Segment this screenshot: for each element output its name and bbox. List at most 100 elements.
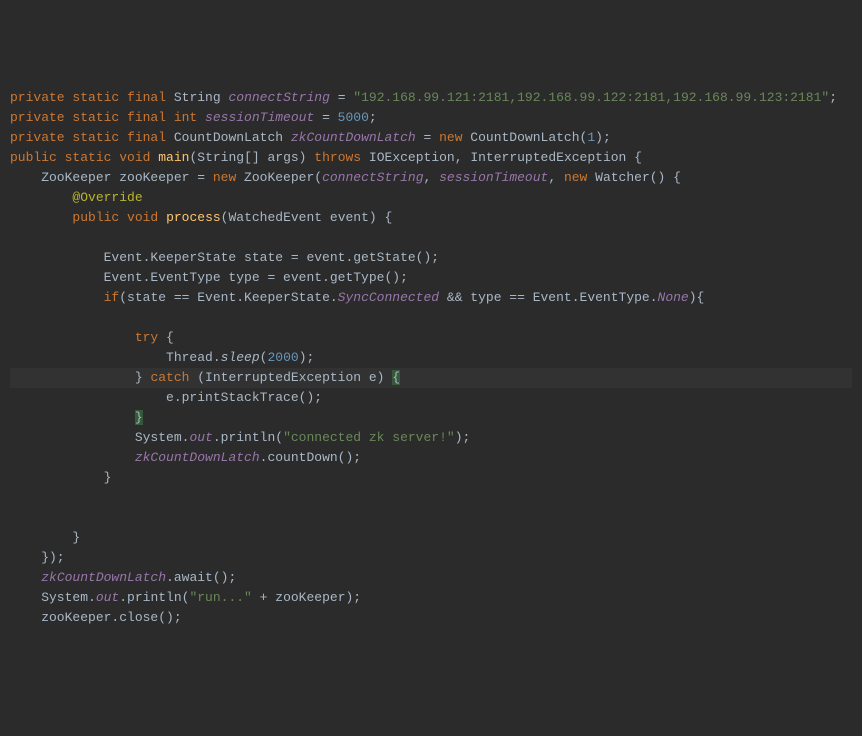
constructor: ZooKeeper( bbox=[236, 170, 322, 185]
code-line: private static final String connectStrin… bbox=[10, 88, 852, 108]
field: zkCountDownLatch bbox=[291, 130, 416, 145]
text: System. bbox=[10, 430, 189, 445]
field: out bbox=[96, 590, 119, 605]
code-line: zooKeeper.close(); bbox=[10, 608, 852, 628]
indent bbox=[10, 210, 72, 225]
code-line: private static final CountDownLatch zkCo… bbox=[10, 128, 852, 148]
code-line: @Override bbox=[10, 188, 852, 208]
matched-brace: { bbox=[392, 370, 400, 385]
string-literal: "connected zk server!" bbox=[283, 430, 455, 445]
string-literal: "192.168.99.121:2181,192.168.99.122:2181… bbox=[353, 90, 829, 105]
keyword: private static final bbox=[10, 130, 166, 145]
constructor: CountDownLatch( bbox=[463, 130, 588, 145]
comma: , bbox=[424, 170, 440, 185]
text: (state == Event.KeeperState. bbox=[119, 290, 337, 305]
keyword: throws bbox=[314, 150, 361, 165]
code-line: e.printStackTrace(); bbox=[10, 388, 852, 408]
punct: ); bbox=[595, 130, 611, 145]
text: { bbox=[158, 330, 174, 345]
code-editor[interactable]: private static final String connectStrin… bbox=[10, 88, 852, 628]
text bbox=[166, 90, 174, 105]
indent bbox=[10, 450, 135, 465]
text: Watcher() { bbox=[587, 170, 681, 185]
text: .println( bbox=[119, 590, 189, 605]
field: connectString bbox=[322, 170, 423, 185]
code-line bbox=[10, 508, 852, 528]
keyword: private static final bbox=[10, 90, 166, 105]
params: (InterruptedException e) bbox=[189, 370, 392, 385]
text: ZooKeeper zooKeeper = bbox=[10, 170, 213, 185]
code-line: try { bbox=[10, 328, 852, 348]
text: System. bbox=[10, 590, 96, 605]
type: CountDownLatch bbox=[166, 130, 291, 145]
code-line bbox=[10, 308, 852, 328]
type: String bbox=[174, 90, 221, 105]
keyword: new bbox=[439, 130, 462, 145]
number-literal: 1 bbox=[587, 130, 595, 145]
indent bbox=[10, 410, 135, 425]
text: .countDown(); bbox=[260, 450, 361, 465]
params: (WatchedEvent event) { bbox=[221, 210, 393, 225]
text: .await(); bbox=[166, 570, 236, 585]
code-line: zkCountDownLatch.await(); bbox=[10, 568, 852, 588]
code-line: Event.KeeperState state = event.getState… bbox=[10, 248, 852, 268]
punct: ); bbox=[455, 430, 471, 445]
semicolon: ; bbox=[369, 110, 377, 125]
indent bbox=[10, 190, 72, 205]
text: + zooKeeper); bbox=[252, 590, 361, 605]
code-line: Thread.sleep(2000); bbox=[10, 348, 852, 368]
field: sessionTimeout bbox=[205, 110, 314, 125]
code-line bbox=[10, 488, 852, 508]
text: .println( bbox=[213, 430, 283, 445]
number-literal: 2000 bbox=[267, 350, 298, 365]
code-line: System.out.println("run..." + zooKeeper)… bbox=[10, 588, 852, 608]
code-line: Event.EventType type = event.getType(); bbox=[10, 268, 852, 288]
code-line: if(state == Event.KeeperState.SyncConnec… bbox=[10, 288, 852, 308]
enum-constant: SyncConnected bbox=[338, 290, 439, 305]
code-line: }); bbox=[10, 548, 852, 568]
text bbox=[197, 110, 205, 125]
indent bbox=[10, 290, 104, 305]
keyword: public static void bbox=[10, 150, 150, 165]
indent bbox=[10, 570, 41, 585]
static-method: sleep bbox=[221, 350, 260, 365]
code-line: public void process(WatchedEvent event) … bbox=[10, 208, 852, 228]
matched-brace: } bbox=[135, 410, 143, 425]
code-line: private static final int sessionTimeout … bbox=[10, 108, 852, 128]
field: connectString bbox=[228, 90, 329, 105]
punct: ); bbox=[299, 350, 315, 365]
keyword: private static final int bbox=[10, 110, 197, 125]
operator: = bbox=[330, 90, 353, 105]
operator: = bbox=[314, 110, 337, 125]
annotation: @Override bbox=[72, 190, 142, 205]
field: zkCountDownLatch bbox=[41, 570, 166, 585]
enum-constant: None bbox=[658, 290, 689, 305]
code-line-current: } catch (InterruptedException e) { bbox=[10, 368, 852, 388]
code-line: } bbox=[10, 528, 852, 548]
field: zkCountDownLatch bbox=[135, 450, 260, 465]
text: ){ bbox=[689, 290, 705, 305]
code-line: } bbox=[10, 468, 852, 488]
code-line: ZooKeeper zooKeeper = new ZooKeeper(conn… bbox=[10, 168, 852, 188]
string-literal: "run..." bbox=[189, 590, 251, 605]
text: && type == Event.EventType. bbox=[439, 290, 657, 305]
text: } bbox=[10, 370, 150, 385]
code-line: } bbox=[10, 408, 852, 428]
indent bbox=[10, 330, 135, 345]
text bbox=[158, 210, 166, 225]
semicolon: ; bbox=[829, 90, 837, 105]
operator: = bbox=[416, 130, 439, 145]
number-literal: 5000 bbox=[338, 110, 369, 125]
keyword: new bbox=[213, 170, 236, 185]
exceptions: IOException, InterruptedException { bbox=[361, 150, 642, 165]
code-line bbox=[10, 228, 852, 248]
field: out bbox=[189, 430, 212, 445]
keyword: new bbox=[564, 170, 587, 185]
keyword: if bbox=[104, 290, 120, 305]
keyword: catch bbox=[150, 370, 189, 385]
method-name: main bbox=[158, 150, 189, 165]
keyword: public void bbox=[72, 210, 158, 225]
code-line: System.out.println("connected zk server!… bbox=[10, 428, 852, 448]
field: sessionTimeout bbox=[439, 170, 548, 185]
text: Thread. bbox=[10, 350, 221, 365]
